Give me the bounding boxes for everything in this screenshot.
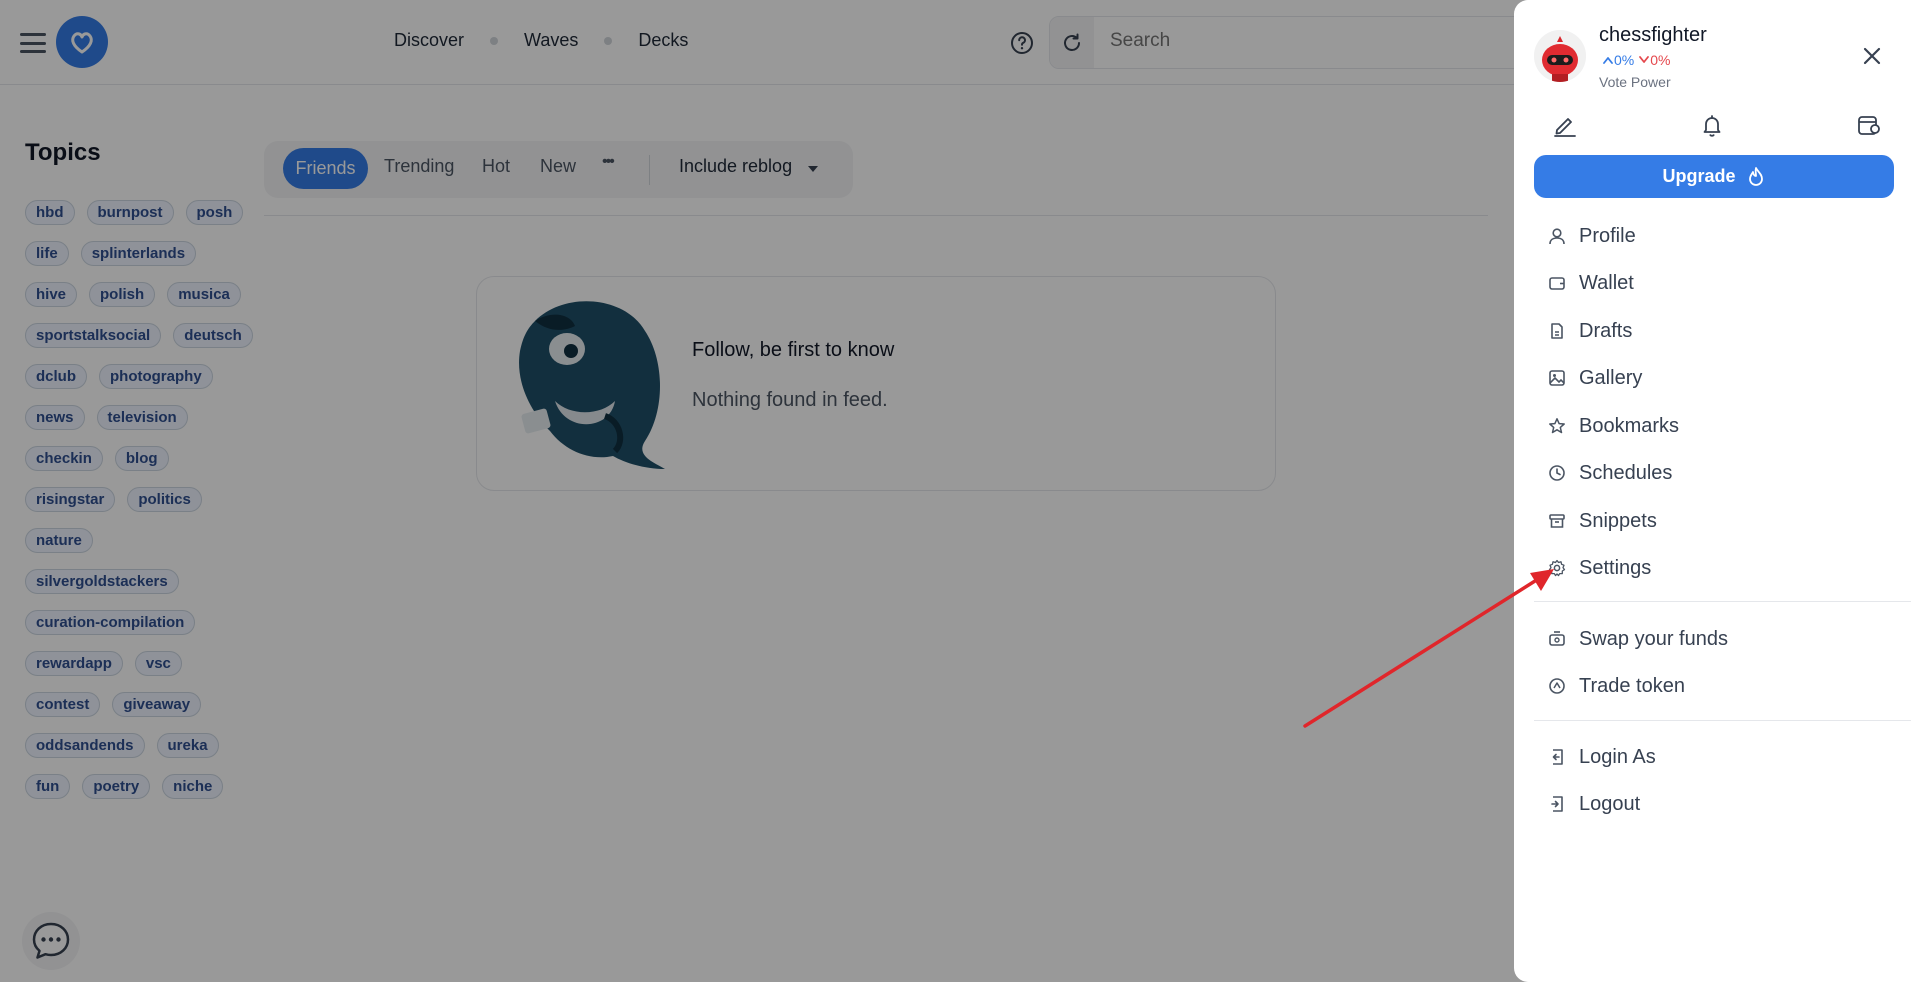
menu-label: Swap your funds [1579, 627, 1728, 650]
robot-avatar-icon [1534, 30, 1586, 82]
menu-item-logout[interactable]: Logout [1548, 787, 1640, 821]
menu-label: Gallery [1579, 366, 1643, 389]
menu-label: Snippets [1579, 509, 1657, 532]
vote-down-value: 0% [1638, 52, 1670, 68]
menu-label: Trade token [1579, 674, 1685, 697]
bell-icon[interactable] [1699, 112, 1725, 138]
document-icon [1548, 322, 1566, 340]
menu-label: Bookmarks [1579, 414, 1680, 437]
archive-icon [1548, 512, 1566, 530]
user-icon [1548, 227, 1566, 245]
logout-icon [1548, 795, 1566, 813]
menu-divider [1534, 720, 1911, 721]
vote-power-values: 0% 0% [1602, 52, 1670, 68]
image-icon [1548, 369, 1566, 387]
token-icon [1548, 677, 1566, 695]
menu-item-settings[interactable]: Settings [1548, 551, 1651, 585]
menu-label: Drafts [1579, 319, 1633, 342]
menu-label: Schedules [1579, 461, 1673, 484]
user-drawer: chessfighter 0% 0% Vote Power Upgrade Pr… [1514, 0, 1911, 982]
menu-item-profile[interactable]: Profile [1548, 219, 1636, 253]
menu-item-trade-token[interactable]: Trade token [1548, 669, 1685, 703]
menu-label: Login As [1579, 745, 1656, 768]
avatar[interactable] [1534, 30, 1586, 82]
wallet-icon [1548, 274, 1566, 292]
edit-pencil-icon[interactable] [1552, 112, 1578, 138]
vote-up-percent: 0% [1614, 52, 1635, 68]
menu-divider [1534, 601, 1911, 602]
menu-item-snippets[interactable]: Snippets [1548, 504, 1657, 538]
menu-item-login-as[interactable]: Login As [1548, 740, 1656, 774]
menu-label: Profile [1579, 224, 1636, 247]
swap-icon [1548, 630, 1566, 648]
close-icon[interactable] [1861, 45, 1883, 67]
menu-item-schedules[interactable]: Schedules [1548, 456, 1672, 490]
username[interactable]: chessfighter [1599, 24, 1707, 47]
menu-label: Wallet [1579, 271, 1634, 294]
login-icon [1548, 748, 1566, 766]
menu-item-swap-funds[interactable]: Swap your funds [1548, 622, 1728, 656]
vote-power-label: Vote Power [1599, 74, 1671, 90]
menu-label: Logout [1579, 792, 1641, 815]
flame-icon [1746, 166, 1766, 188]
menu-item-wallet[interactable]: Wallet [1548, 266, 1634, 300]
menu-item-drafts[interactable]: Drafts [1548, 314, 1632, 348]
chevron-up-icon [1603, 57, 1613, 64]
menu-item-bookmarks[interactable]: Bookmarks [1548, 409, 1679, 443]
menu-item-gallery[interactable]: Gallery [1548, 361, 1642, 395]
vote-down-percent: 0% [1650, 52, 1671, 68]
vote-up-value: 0% [1602, 52, 1634, 68]
menu-label: Settings [1579, 556, 1652, 579]
wallet-coins-icon[interactable] [1856, 112, 1882, 138]
upgrade-label: Upgrade [1662, 166, 1736, 186]
upgrade-button[interactable]: Upgrade [1534, 155, 1894, 198]
chevron-down-icon [1639, 56, 1650, 63]
star-icon [1548, 417, 1566, 435]
gear-icon [1548, 559, 1566, 577]
clock-icon [1548, 464, 1566, 482]
